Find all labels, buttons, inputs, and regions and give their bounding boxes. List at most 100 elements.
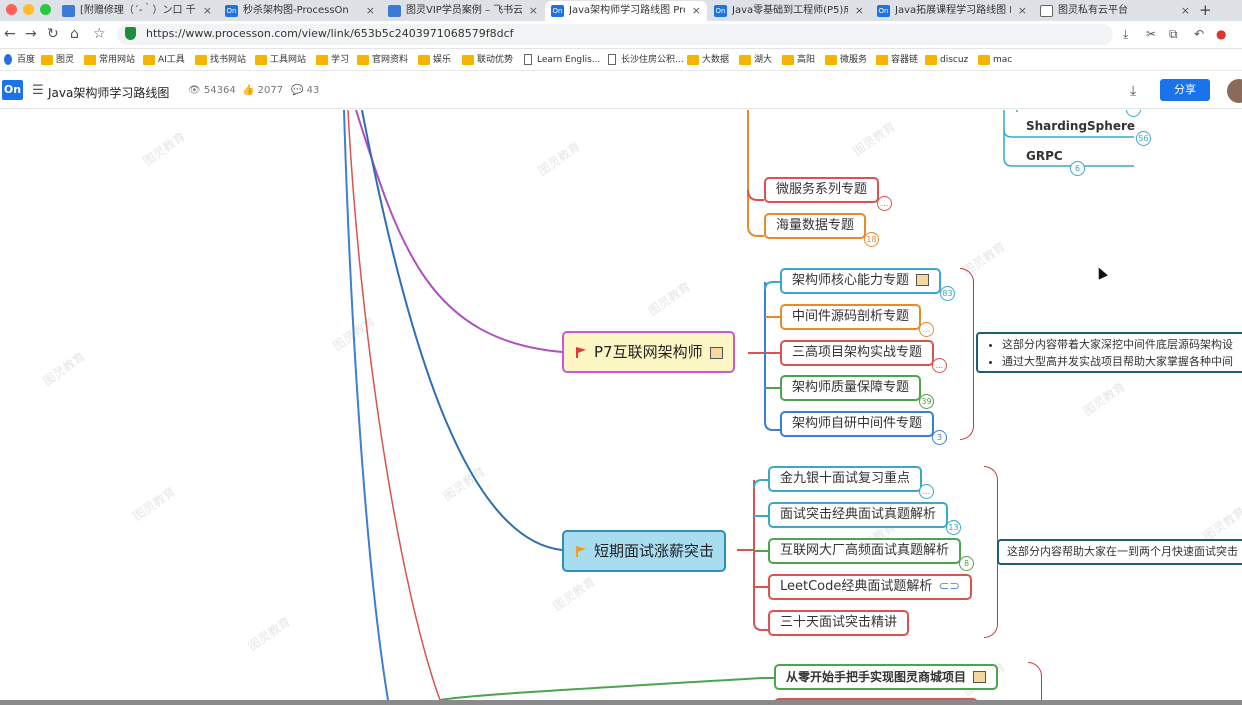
topic-self-developed-middleware[interactable]: 架构师自研中间件专题 <box>780 411 935 437</box>
bookmark-folder[interactable]: 联动优势 <box>462 54 513 66</box>
address-bar[interactable]: https://www.processon.com/view/link/653b… <box>117 24 1113 45</box>
bookmark-folder[interactable]: 容器链 <box>876 54 918 66</box>
count-badge[interactable]: 18 <box>864 232 879 247</box>
back-icon[interactable]: ← <box>4 27 16 41</box>
browser-tab[interactable]: [附赠修理（´-｀）ン口 千杯...× <box>56 1 218 21</box>
topic-grpc[interactable]: GRPC <box>1026 149 1063 163</box>
topic-high-concurrency-project[interactable]: 三高项目架构实战专题 <box>780 340 935 366</box>
browser-tab-active[interactable]: OnJava架构师学习路线图 Pro...× <box>545 1 707 21</box>
translate-icon[interactable]: ⧉ <box>1169 27 1178 42</box>
count-badge[interactable]: 83 <box>940 286 955 301</box>
topic-massive-data[interactable]: 海量数据专题 <box>764 213 867 239</box>
avatar[interactable] <box>1227 79 1242 103</box>
summary-box-p7[interactable]: 这部分内容带着大家深挖中间件底层源码架构设 通过大型高并发实战项目帮助大家掌握各… <box>976 332 1242 373</box>
home-icon[interactable]: ⌂ <box>70 27 79 41</box>
bookmark-folder[interactable]: discuz <box>925 54 968 66</box>
browser-tab[interactable]: 图灵VIP学员案例 – 飞书云... × <box>382 1 544 21</box>
comments-stat[interactable]: 💬 43 <box>291 85 319 96</box>
topic-shardingsphere[interactable]: ShardingSphere <box>1026 119 1135 133</box>
topic-architect-core[interactable]: 架构师核心能力专题 <box>780 268 942 294</box>
count-badge[interactable]: 8 <box>959 556 974 571</box>
bookmark-folder[interactable]: 图灵 <box>41 54 74 66</box>
menu-icon[interactable]: ☰ <box>32 84 44 97</box>
browser-tab[interactable]: OnJava零基础到工程师(P5)成...× <box>708 1 870 21</box>
close-tab-icon[interactable]: × <box>366 1 375 20</box>
topic-microservices[interactable]: 微服务系列专题 <box>764 177 880 203</box>
page-icon <box>524 54 532 65</box>
topic-middleware-source[interactable]: 中间件源码剖析专题 <box>780 304 922 330</box>
bookmark-folder[interactable]: AI工具 <box>143 54 185 66</box>
undo-icon[interactable]: ↶ <box>1194 27 1204 41</box>
folder-icon <box>687 55 699 65</box>
close-window-button[interactable] <box>6 4 17 15</box>
main-topic-p7[interactable]: P7互联网架构师 <box>562 331 735 373</box>
collapse-badge[interactable]: ... <box>877 196 892 211</box>
bookmark-folder[interactable]: 高阳 <box>782 54 815 66</box>
scissors-icon[interactable]: ✂ <box>1146 27 1156 41</box>
bookmark-folder[interactable]: 工具网站 <box>255 54 306 66</box>
mindmap-canvas[interactable]: 图灵教育 图灵教育 图灵教育 图灵教育 图灵教育 图灵教育 图灵教育 图灵教育 … <box>0 110 1242 700</box>
collapse-badge[interactable]: ... <box>919 484 934 499</box>
count-badge[interactable]: 6 <box>1070 161 1085 176</box>
count-badge[interactable]: 39 <box>919 394 934 409</box>
bookmark-item[interactable]: 百度 <box>2 54 35 66</box>
bookmark-item[interactable]: 长沙住房公积... <box>606 54 684 66</box>
topic-mall-project[interactable]: 从零开始手把手实现图灵商城项目 <box>774 664 999 690</box>
count-badge[interactable]: 3 <box>932 430 947 445</box>
processon-logo[interactable]: On <box>2 80 23 100</box>
new-tab-button[interactable]: + <box>1199 0 1212 20</box>
browser-tab[interactable]: On 秒杀架构图-ProcessOn × <box>219 1 381 21</box>
folder-icon <box>418 55 430 65</box>
bookmark-folder[interactable]: 常用网站 <box>84 54 135 66</box>
main-topic-interview[interactable]: 短期面试涨薪突击 <box>562 530 727 572</box>
count-badge[interactable]: 13 <box>946 520 961 535</box>
link-icon[interactable]: ⊂⊃ <box>938 579 960 594</box>
topic-leetcode[interactable]: LeetCode经典面试题解析 ⊂⊃ <box>768 574 973 600</box>
close-tab-icon[interactable]: × <box>529 1 538 20</box>
close-tab-icon[interactable]: × <box>1181 1 1190 20</box>
share-button[interactable]: 分享 <box>1160 79 1210 101</box>
window-bottom-edge <box>0 700 1242 705</box>
download-icon[interactable]: ⤓ <box>1130 83 1136 99</box>
folder-icon <box>739 55 751 65</box>
bookmark-folder[interactable]: 湖大 <box>739 54 772 66</box>
topic-thirty-day-interview[interactable]: 三十天面试突击精讲 <box>768 610 910 636</box>
download-icon[interactable]: ⤓ <box>1123 27 1128 42</box>
close-tab-icon[interactable]: × <box>203 1 212 20</box>
note-icon[interactable] <box>973 671 987 683</box>
browser-tab[interactable]: 图灵私有云平台 × <box>1034 1 1196 21</box>
bookmark-folder[interactable]: mac <box>978 54 1012 66</box>
collapse-badge[interactable]: ... <box>919 322 934 337</box>
bookmark-folder[interactable]: 官网资料 <box>357 54 408 66</box>
bookmark-folder[interactable]: 学习 <box>316 54 349 66</box>
browser-tab[interactable]: OnJava拓展课程学习路线图 Pro...× <box>871 1 1033 21</box>
bookmark-folder[interactable]: 微服务 <box>825 54 867 66</box>
bookmark-item[interactable]: Learn Englis... <box>522 54 600 66</box>
topic-interview-review[interactable]: 金九银十面试复习重点 <box>768 466 923 492</box>
maximize-window-button[interactable] <box>40 4 51 15</box>
views-stat: 👁 54364 <box>188 85 236 96</box>
bookmark-folder[interactable]: 找书网站 <box>195 54 246 66</box>
likes-stat[interactable]: 👍 2077 <box>242 85 283 96</box>
summary-brace <box>984 466 998 638</box>
reload-icon[interactable]: ↻ <box>47 27 59 41</box>
collapse-badge[interactable]: ... <box>932 358 947 373</box>
close-tab-icon[interactable]: × <box>692 1 701 20</box>
count-badge[interactable]: 56 <box>1136 131 1151 146</box>
minimize-window-button[interactable] <box>23 4 34 15</box>
bookmark-folder[interactable]: 大数据 <box>687 54 729 66</box>
topic-classic-interview-questions[interactable]: 面试突击经典面试真题解析 <box>768 502 949 528</box>
bookmark-star-icon[interactable]: ☆ <box>93 27 106 41</box>
note-icon[interactable] <box>916 274 930 286</box>
close-tab-icon[interactable]: × <box>855 1 864 20</box>
summary-box-interview[interactable]: 这部分内容帮助大家在一到两个月快速面试突击 <box>997 539 1242 565</box>
folder-icon <box>41 55 53 65</box>
topic-big-tech-interview-questions[interactable]: 互联网大厂高频面试真题解析 <box>768 538 962 564</box>
bookmark-folder[interactable]: 娱乐 <box>418 54 451 66</box>
eye-icon: 👁 <box>188 85 204 96</box>
note-icon[interactable] <box>709 347 723 359</box>
close-tab-icon[interactable]: × <box>1018 1 1027 20</box>
topic-quality-assurance[interactable]: 架构师质量保障专题 <box>780 375 922 401</box>
extension-icon[interactable]: ● <box>1216 27 1226 41</box>
forward-icon[interactable]: → <box>25 27 37 41</box>
